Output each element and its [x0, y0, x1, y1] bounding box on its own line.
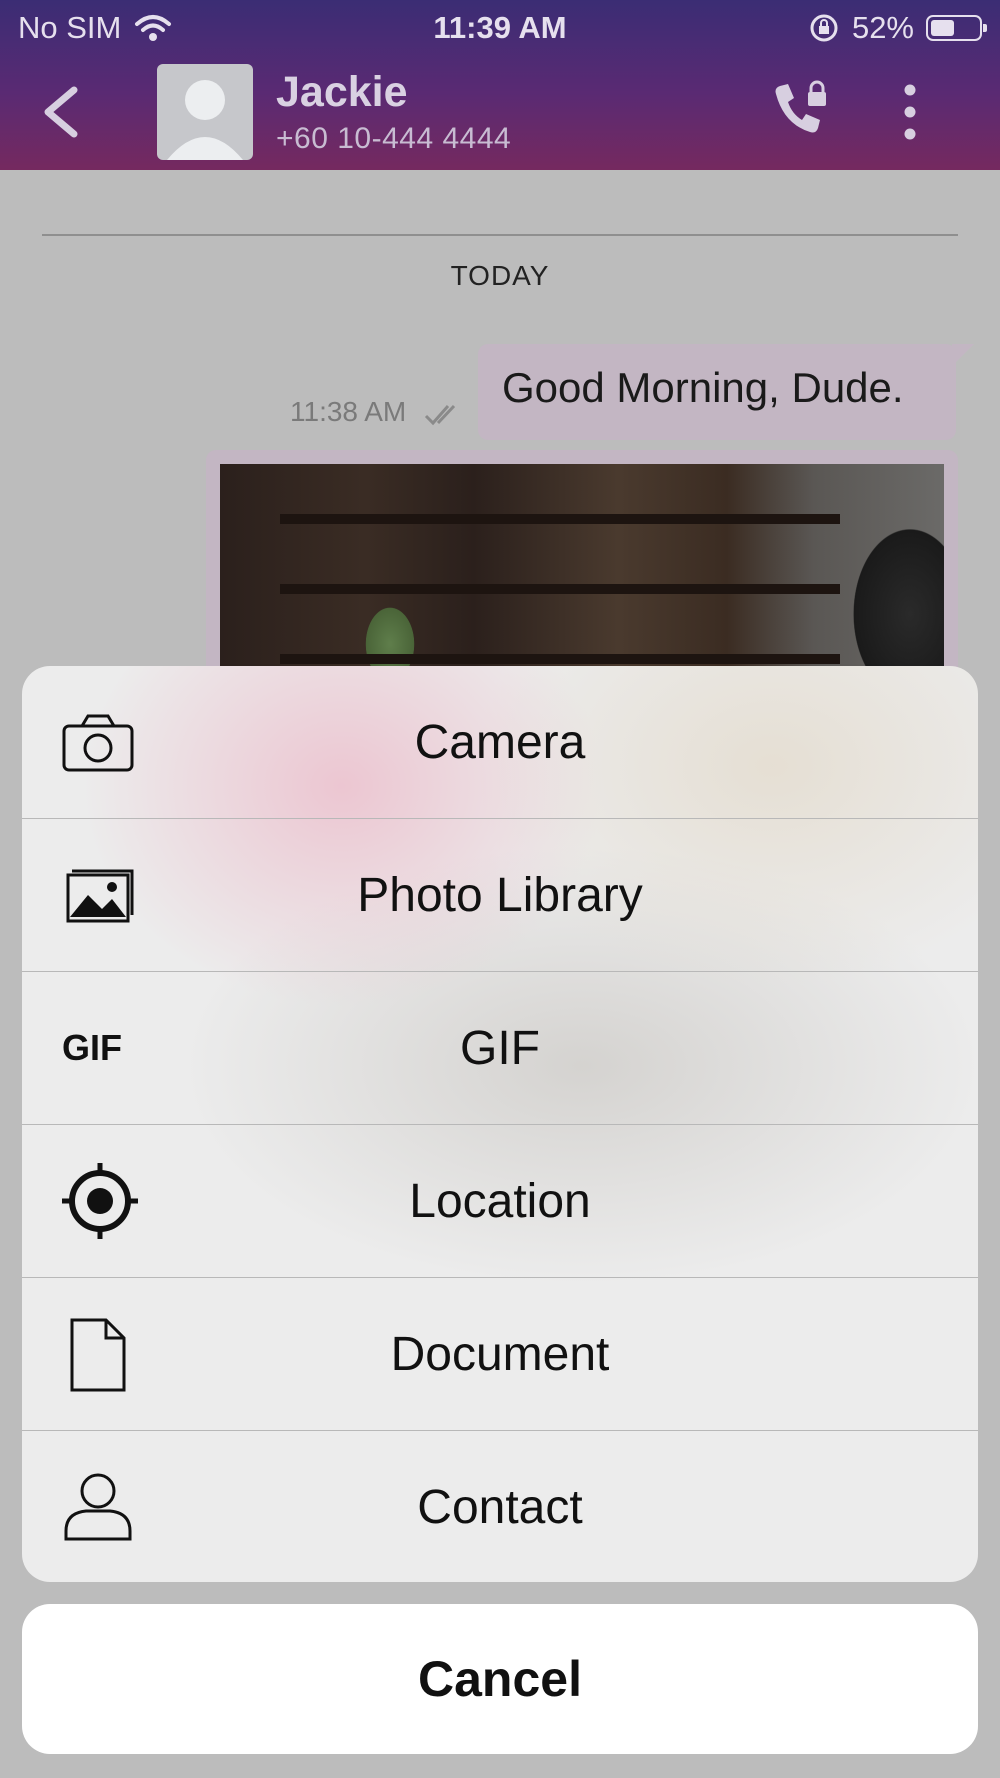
- sheet-item-contact[interactable]: Contact: [22, 1431, 978, 1582]
- sheet-item-label: GIF: [460, 1022, 540, 1075]
- status-bar: No SIM 11:39 AM 52%: [0, 0, 1000, 54]
- sheet-item-label: Location: [409, 1175, 591, 1228]
- battery-percent: 52%: [851, 10, 914, 45]
- secure-call-icon[interactable]: [770, 80, 830, 144]
- contact-name[interactable]: Jackie: [276, 68, 408, 117]
- message-text: Good Morning, Dude.: [502, 364, 904, 411]
- attachment-action-sheet: Camera Photo Library GIF GIF Location Do…: [22, 666, 978, 1582]
- rotation-lock-icon: [810, 14, 838, 42]
- date-separator: TODAY: [450, 260, 550, 291]
- sheet-item-photo-library[interactable]: Photo Library: [22, 819, 978, 972]
- sheet-item-label: Document: [390, 1328, 610, 1381]
- avatar[interactable]: [157, 64, 253, 160]
- back-chevron-icon[interactable]: [36, 82, 86, 142]
- battery-icon: [926, 15, 987, 41]
- more-options-icon[interactable]: [888, 82, 932, 142]
- app-header: No SIM 11:39 AM 52% Jackie +60 10-444 44…: [0, 0, 1000, 170]
- date-divider-line: [42, 234, 958, 236]
- sheet-item-camera[interactable]: Camera: [22, 666, 978, 819]
- contact-phone: +60 10-444 4444: [276, 122, 512, 155]
- sheet-item-gif[interactable]: GIF GIF: [22, 972, 978, 1125]
- default-avatar-icon: [167, 80, 243, 160]
- status-right: 52%: [808, 10, 987, 46]
- sheet-item-document[interactable]: Document: [22, 1278, 978, 1431]
- message-timestamp: 11:38 AM: [290, 396, 407, 427]
- cancel-button[interactable]: Cancel: [22, 1604, 978, 1754]
- sheet-item-label: Camera: [414, 716, 586, 769]
- sheet-item-location[interactable]: Location: [22, 1125, 978, 1278]
- double-check-icon: [424, 404, 456, 426]
- sheet-item-label: Photo Library: [357, 869, 643, 922]
- sheet-item-label: Contact: [417, 1481, 583, 1534]
- message-bubble[interactable]: Good Morning, Dude.: [478, 344, 974, 440]
